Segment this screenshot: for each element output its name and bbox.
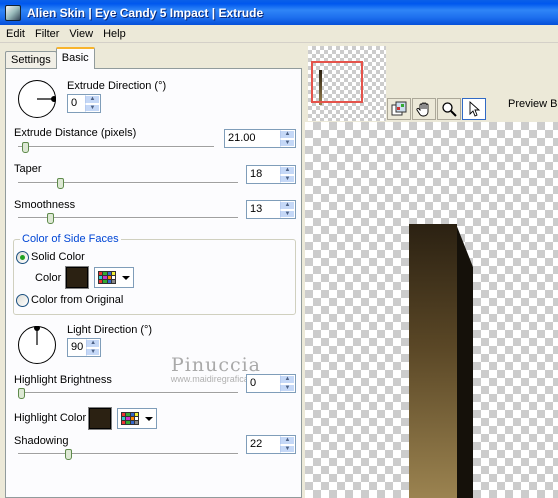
smoothness-label: Smoothness	[14, 199, 76, 211]
window-title: Alien Skin | Eye Candy 5 Impact | Extrud…	[27, 5, 264, 20]
extrude-distance-value: 21.00	[228, 132, 256, 144]
hand-glyph	[416, 102, 429, 117]
preview-background-label: Preview Ba	[508, 98, 558, 110]
highlight-color-label: Highlight Color	[14, 412, 87, 424]
chevron-down-icon	[122, 275, 130, 280]
spin-up-icon[interactable]: ▲	[86, 339, 100, 348]
menu-bar: Edit Filter View Help	[0, 25, 558, 43]
extrude-front-face	[409, 224, 457, 498]
shadowing-track[interactable]	[18, 453, 238, 455]
title-bar: Alien Skin | Eye Candy 5 Impact | Extrud…	[0, 0, 558, 25]
menu-edit[interactable]: Edit	[2, 28, 29, 40]
spin-up-icon[interactable]: ▲	[85, 95, 100, 104]
highlight-brightness-value: 0	[250, 377, 257, 389]
arrow-pointer-glyph	[469, 101, 481, 117]
solid-color-label: Solid Color	[31, 251, 85, 263]
highlight-color-swatch[interactable]	[88, 407, 112, 430]
preview-toggle-icon[interactable]	[387, 98, 411, 120]
spin-down-icon[interactable]: ▼	[280, 174, 295, 183]
palette-icon	[98, 271, 116, 284]
taper-value: 18	[250, 168, 263, 180]
spin-up-icon[interactable]: ▲	[280, 130, 295, 139]
menu-help[interactable]: Help	[99, 28, 130, 40]
taper-thumb[interactable]	[57, 178, 64, 189]
navigator-thumbnail[interactable]	[308, 46, 386, 121]
side-faces-title: Color of Side Faces	[20, 233, 121, 245]
taper-input[interactable]: 18 ▲ ▼	[246, 165, 296, 184]
smoothness-thumb[interactable]	[47, 213, 54, 224]
menu-filter[interactable]: Filter	[31, 28, 63, 40]
shadowing-input[interactable]: 22 ▲ ▼	[246, 435, 296, 454]
spin-up-icon[interactable]: ▲	[280, 166, 295, 175]
spin-down-icon[interactable]: ▼	[280, 444, 295, 453]
preview-pane: Preview Ba	[305, 43, 558, 498]
zoom-icon[interactable]	[437, 98, 461, 120]
highlight-brightness-input[interactable]: 0 ▲ ▼	[246, 374, 296, 393]
arrow-pointer-icon[interactable]	[462, 98, 486, 120]
spin-down-icon[interactable]: ▼	[280, 209, 295, 218]
side-color-swatch[interactable]	[65, 266, 89, 289]
spin-down-icon[interactable]: ▼	[85, 103, 100, 112]
menu-view[interactable]: View	[65, 28, 97, 40]
solid-color-radio[interactable]	[16, 251, 29, 264]
color-from-original-label: Color from Original	[31, 294, 124, 306]
extrude-distance-track[interactable]	[18, 146, 214, 148]
spin-down-icon[interactable]: ▼	[280, 383, 295, 392]
light-direction-input[interactable]: 90 ▲ ▼	[67, 338, 101, 357]
basic-panel: Extrude Direction (°) 0 ▲ ▼ Extrude Dista…	[5, 68, 302, 498]
tab-strip: Settings Basic	[5, 47, 95, 69]
shadowing-thumb[interactable]	[65, 449, 72, 460]
extruded-object	[409, 224, 473, 498]
smoothness-value: 13	[250, 203, 263, 215]
extrude-direction-value: 0	[71, 97, 78, 109]
preview-canvas[interactable]	[305, 122, 558, 498]
smoothness-input[interactable]: 13 ▲ ▼	[246, 200, 296, 219]
extrude-direction-input[interactable]: 0 ▲ ▼	[67, 94, 101, 113]
preview-toolbar	[387, 98, 487, 122]
shadowing-label: Shadowing	[14, 435, 69, 447]
navigator-view-frame[interactable]	[311, 61, 363, 103]
tab-settings[interactable]: Settings	[5, 51, 57, 69]
taper-track[interactable]	[18, 182, 238, 184]
spin-down-icon[interactable]: ▼	[86, 347, 100, 356]
spin-up-icon[interactable]: ▲	[280, 436, 295, 445]
light-direction-dial[interactable]	[18, 326, 56, 364]
watermark-name: Pinuccia	[170, 354, 262, 376]
tab-basic[interactable]: Basic	[55, 47, 95, 69]
highlight-color-palette-button[interactable]	[117, 408, 157, 429]
light-direction-value: 90	[71, 341, 84, 353]
spin-up-icon[interactable]: ▲	[280, 201, 295, 210]
extrude-distance-label: Extrude Distance (pixels)	[14, 127, 137, 139]
dial-needle	[37, 96, 56, 102]
side-faces-group: Color of Side Faces Solid Color Color Co…	[13, 233, 296, 315]
extrude-side-face	[456, 224, 473, 498]
highlight-brightness-thumb[interactable]	[18, 388, 25, 399]
light-direction-label: Light Direction (°)	[67, 324, 153, 336]
palette-icon	[121, 412, 139, 425]
highlight-brightness-label: Highlight Brightness	[14, 374, 112, 386]
dial-needle	[34, 326, 40, 345]
spin-down-icon[interactable]: ▼	[280, 138, 295, 147]
side-color-palette-button[interactable]	[94, 267, 134, 288]
zoom-glyph	[442, 102, 457, 117]
chevron-down-icon	[145, 416, 153, 421]
extrude-distance-thumb[interactable]	[22, 142, 29, 153]
extrude-direction-dial[interactable]	[18, 80, 56, 118]
preview-toggle-glyph	[391, 101, 407, 116]
alien-skin-icon	[5, 4, 21, 21]
extrude-distance-input[interactable]: 21.00 ▲ ▼	[224, 129, 296, 148]
spin-up-icon[interactable]: ▲	[280, 375, 295, 384]
highlight-brightness-track[interactable]	[18, 392, 238, 394]
hand-icon[interactable]	[412, 98, 436, 120]
settings-pane: Settings Basic Extrude Direction (°) 0 ▲…	[0, 43, 305, 498]
taper-label: Taper	[14, 163, 42, 175]
shadowing-value: 22	[250, 438, 263, 450]
extrude-direction-label: Extrude Direction (°)	[67, 80, 167, 92]
color-from-original-radio[interactable]	[16, 294, 29, 307]
color-label: Color	[35, 272, 62, 284]
